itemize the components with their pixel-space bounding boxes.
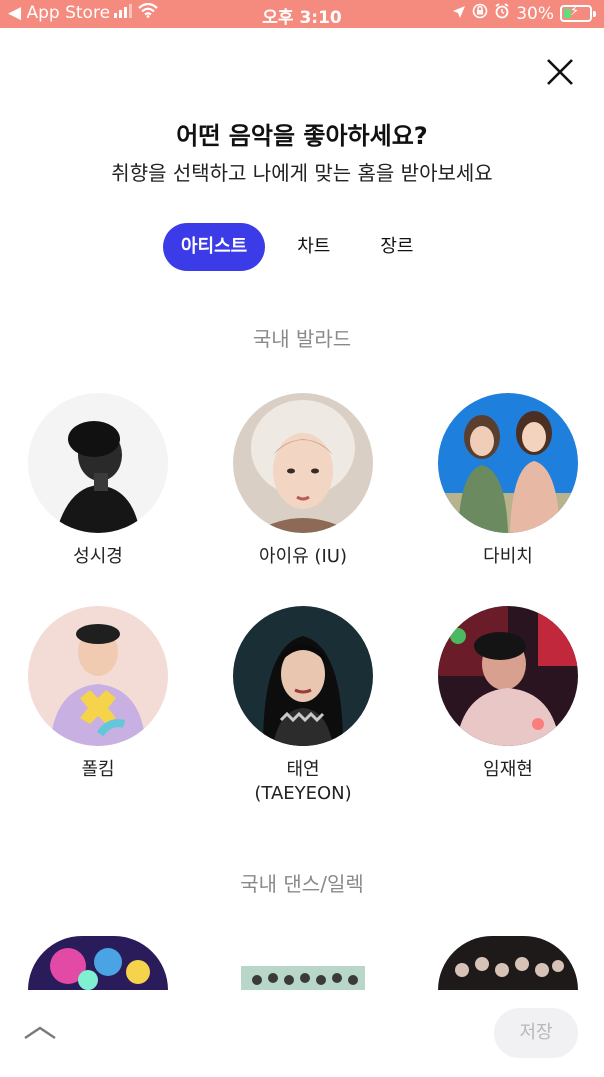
section-title-ballad: 국내 발라드 bbox=[252, 327, 352, 351]
alarm-icon bbox=[494, 3, 510, 24]
artist-avatar bbox=[438, 393, 578, 533]
page-title: 어떤 음악을 좋아하세요? bbox=[176, 122, 428, 150]
artist-card[interactable]: 다비치 bbox=[408, 393, 604, 569]
tab-chart[interactable]: 차트 bbox=[297, 223, 330, 271]
close-button[interactable] bbox=[544, 56, 576, 88]
status-bar: ◀ App Store 오후 3:10 30% ⚡ bbox=[0, 0, 604, 28]
artist-card[interactable]: 태연 (TAEYEON) bbox=[203, 606, 403, 806]
artist-card[interactable]: 임재현 bbox=[408, 606, 604, 782]
artist-card[interactable]: 성시경 bbox=[0, 393, 198, 569]
location-icon bbox=[452, 4, 466, 24]
artist-name: 다비치 bbox=[483, 546, 533, 567]
artist-avatar bbox=[28, 393, 168, 533]
artist-avatar-partial[interactable] bbox=[438, 936, 578, 990]
artist-avatar-partial[interactable] bbox=[28, 936, 168, 990]
artist-card[interactable]: 폴킴 bbox=[0, 606, 198, 782]
artist-name: 임재현 bbox=[483, 759, 533, 780]
artist-avatar bbox=[233, 393, 373, 533]
artist-avatar bbox=[28, 606, 168, 746]
artist-avatar-partial[interactable] bbox=[233, 936, 373, 990]
artist-name: 성시경 bbox=[73, 546, 123, 567]
page-subtitle: 취향을 선택하고 나에게 맞는 홈을 받아보세요 bbox=[111, 161, 493, 185]
battery-percent: 30% bbox=[516, 3, 554, 24]
section-title-dance-electronic: 국내 댄스/일렉 bbox=[240, 872, 364, 896]
artist-name: 아이유 (IU) bbox=[259, 546, 347, 567]
status-bar-right: 30% ⚡ bbox=[452, 3, 596, 24]
tab-genre[interactable]: 장르 bbox=[380, 223, 413, 271]
scroll-up-button[interactable] bbox=[22, 1020, 58, 1044]
chevron-up-icon bbox=[24, 1026, 56, 1039]
save-button[interactable]: 저장 bbox=[494, 1008, 578, 1058]
artist-name: 폴킴 bbox=[81, 759, 115, 780]
battery-icon: ⚡ bbox=[560, 4, 592, 22]
artist-avatar bbox=[438, 606, 578, 746]
tab-artist[interactable]: 아티스트 bbox=[163, 223, 266, 271]
artist-avatar bbox=[233, 606, 373, 746]
rotation-lock-icon bbox=[472, 3, 488, 24]
category-tabs: 아티스트 차트 장르 bbox=[163, 223, 414, 271]
artist-name: 태연 (TAEYEON) bbox=[254, 759, 352, 804]
artist-card[interactable]: 아이유 (IU) bbox=[203, 393, 403, 569]
close-icon bbox=[547, 59, 573, 85]
